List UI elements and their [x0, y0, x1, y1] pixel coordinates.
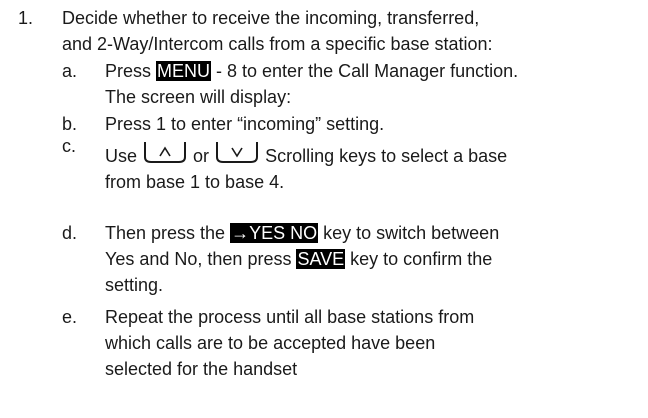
substep-a-text: Press MENU - 8 to enter the Call Manager… — [105, 58, 645, 110]
substep-d-line2-pre: Yes and No, then press — [105, 249, 297, 269]
substep-c-line-1: Use or Scrolling keys to select a base — [105, 140, 645, 169]
substep-d-line-3: setting. — [105, 275, 164, 295]
substep-c-line-2: from base 1 to base 4. — [105, 172, 285, 192]
substep-c-mid: or — [193, 146, 215, 166]
down-scroll-key-icon — [214, 140, 260, 164]
substep-d-pre: Then press the — [105, 223, 231, 243]
substep-d-line-1: Then press the →YES NO key to switch bet… — [105, 220, 645, 246]
substep-b-text: Press 1 to enter “incoming” setting. — [105, 111, 645, 137]
substep-d-line-2: Yes and No, then press SAVE key to confi… — [105, 246, 645, 272]
substep-e-line-3: selected for the handset — [105, 359, 298, 379]
substep-a-line-2: The screen will display: — [105, 87, 292, 107]
step-text-line-1: Decide whether to receive the incoming, … — [62, 8, 480, 28]
step-text-line-2: and 2-Way/Intercom calls from a specific… — [62, 34, 493, 54]
substep-e-text: Repeat the process until all base statio… — [105, 304, 645, 382]
substep-a-line-1: Press MENU - 8 to enter the Call Manager… — [105, 58, 645, 84]
save-key-label: SAVE — [296, 249, 346, 269]
menu-key-label: MENU — [156, 61, 212, 81]
substep-e-label: e. — [62, 307, 78, 327]
substep-a-label: a. — [62, 61, 78, 81]
substep-c-pre: Use — [105, 146, 143, 166]
substep-c-label: c. — [62, 136, 77, 156]
substep-d-post: key to switch between — [318, 223, 500, 243]
step-text: Decide whether to receive the incoming, … — [62, 5, 642, 57]
instruction-document: 1. Decide whether to receive the incomin… — [0, 0, 648, 418]
substep-e-line-1: Repeat the process until all base statio… — [105, 307, 475, 327]
step-number: 1. — [18, 8, 34, 28]
up-scroll-key-icon — [142, 140, 188, 164]
substep-c-post: Scrolling keys to select a base — [265, 146, 508, 166]
substep-d-line2-post: key to confirm the — [345, 249, 493, 269]
substep-c-text: Use or Scrolling keys to select a base f… — [105, 140, 645, 195]
yes-no-key-label: →YES NO — [230, 223, 319, 243]
arrow-icon: → — [231, 223, 250, 243]
yes-no-key-text: YES NO — [249, 223, 318, 243]
substep-e-line-2: which calls are to be accepted have been — [105, 333, 436, 353]
substep-d-text: Then press the →YES NO key to switch bet… — [105, 220, 645, 298]
substep-a-post: - 8 to enter the Call Manager function. — [211, 61, 519, 81]
substep-b-line-1: Press 1 to enter “incoming” setting. — [105, 114, 385, 134]
substep-a-pre: Press — [105, 61, 157, 81]
substep-d-label: d. — [62, 223, 78, 243]
